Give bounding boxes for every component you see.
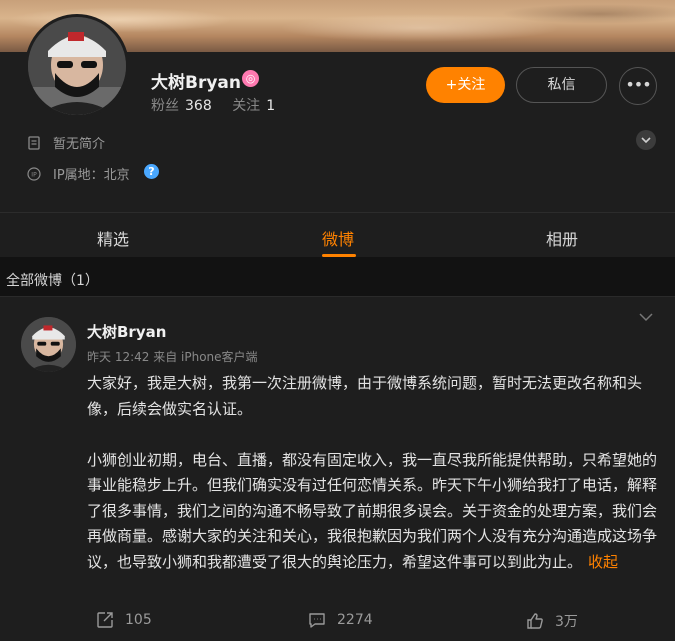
all-posts-header: 全部微博（1） xyxy=(6,273,99,289)
like-button[interactable]: 3万 xyxy=(526,611,578,631)
avatar-photo xyxy=(21,317,76,372)
tab-featured[interactable]: 精选 xyxy=(97,226,129,250)
chevron-down-icon xyxy=(641,137,651,144)
post-card: 大树Bryan 昨天 12:42 来自 iPhone客户端 大家好，我是大树，我… xyxy=(0,296,675,641)
post-paragraph: 大家好，我是大树，我第一次注册微博，由于微博系统问题，暂时无法更改名称和头像，后… xyxy=(87,374,643,418)
fans-label[interactable]: 粉丝 xyxy=(151,98,179,114)
help-icon[interactable]: ? xyxy=(144,164,159,179)
profile-stats: 粉丝 368 关注 1 xyxy=(151,95,291,115)
thumbs-up-icon xyxy=(527,613,543,629)
tab-album[interactable]: 相册 xyxy=(546,226,578,250)
post-meta: 昨天 12:42 来自 iPhone客户端 xyxy=(87,350,258,364)
ip-icon: IP xyxy=(27,166,41,181)
follow-button[interactable]: +关注 xyxy=(426,67,505,103)
bio-text: 暂无简介 xyxy=(53,137,106,152)
fans-count[interactable]: 368 xyxy=(185,98,212,114)
repost-count: 105 xyxy=(125,612,152,628)
profile-tabs: 精选 微博 相册 xyxy=(0,212,675,257)
profile-avatar[interactable] xyxy=(25,14,129,118)
following-label[interactable]: 关注 xyxy=(232,98,260,114)
tab-weibo[interactable]: 微博 xyxy=(322,226,354,250)
bio-row: 暂无简介 xyxy=(27,133,105,152)
repost-icon xyxy=(97,612,113,628)
active-tab-indicator xyxy=(322,254,356,257)
following-count[interactable]: 1 xyxy=(266,98,275,114)
verified-badge-icon: ◎ xyxy=(242,70,259,87)
repost-button[interactable]: 105 xyxy=(96,611,152,629)
post-menu-chevron-icon[interactable] xyxy=(638,311,654,323)
comment-button[interactable]: 2274 xyxy=(308,611,373,629)
post-author-name[interactable]: 大树Bryan xyxy=(87,321,166,342)
post-paragraph: 小狮创业初期，电台、直播，都没有固定收入，我一直尽我所能提供帮助，只希望她的事业… xyxy=(87,448,662,576)
avatar-photo xyxy=(28,17,126,115)
document-icon xyxy=(28,135,40,150)
message-button[interactable]: 私信 xyxy=(516,67,607,103)
more-options-button[interactable]: ••• xyxy=(619,67,657,105)
collapse-link[interactable]: 收起 xyxy=(588,553,618,571)
post-author-avatar[interactable] xyxy=(21,317,76,372)
post-body: 大家好，我是大树，我第一次注册微博，由于微博系统问题，暂时无法更改名称和头像，后… xyxy=(87,371,662,575)
svg-text:IP: IP xyxy=(31,171,37,178)
profile-name: 大树Bryan xyxy=(151,73,241,93)
post-actions: 105 2274 3万 xyxy=(0,607,675,637)
like-count: 3万 xyxy=(555,614,578,630)
post-paragraph-text: 小狮创业初期，电台、直播，都没有固定收入，我一直尽我所能提供帮助，只希望她的事业… xyxy=(87,450,658,571)
comment-icon xyxy=(309,613,325,628)
expand-profile-button[interactable] xyxy=(636,130,656,150)
ip-location-row: IP IP属地：北京 xyxy=(27,164,130,183)
comment-count: 2274 xyxy=(337,612,373,628)
ip-location-text: IP属地：北京 xyxy=(53,168,130,183)
